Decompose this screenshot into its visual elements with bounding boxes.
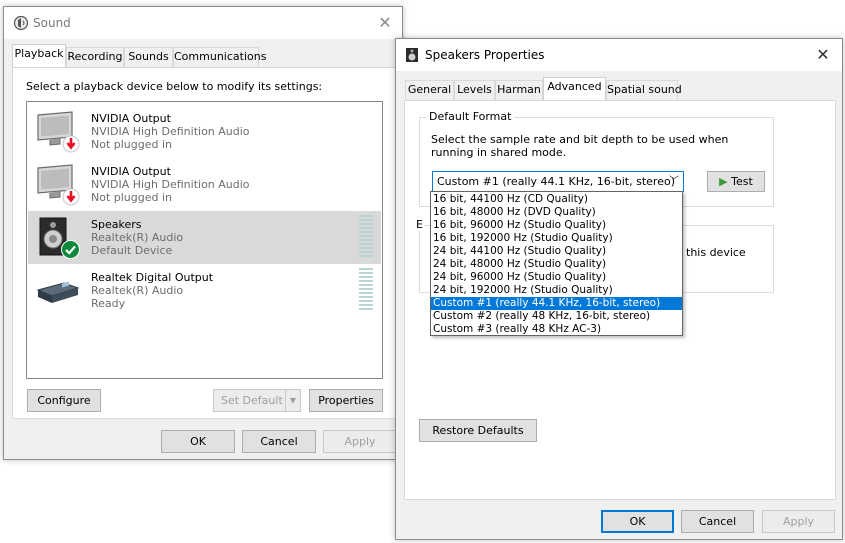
test-button[interactable]: ▶ Test xyxy=(707,171,765,192)
close-icon: ✕ xyxy=(816,45,830,64)
close-button[interactable]: ✕ xyxy=(374,12,396,34)
device-driver: NVIDIA High Definition Audio xyxy=(91,178,250,191)
dropdown-option[interactable]: Custom #3 (really 48 KHz AC-3) xyxy=(431,323,682,336)
volume-meter xyxy=(359,215,373,259)
unplugged-arrow-icon xyxy=(62,188,80,206)
play-icon: ▶ xyxy=(719,175,728,188)
window-title: Speakers Properties xyxy=(425,48,545,62)
set-default-button[interactable]: Set Default ▼ xyxy=(213,389,301,412)
close-icon: ✕ xyxy=(378,13,392,32)
chevron-down-icon[interactable]: ▼ xyxy=(285,390,300,411)
tab-communications[interactable]: Communications xyxy=(173,47,266,67)
dropdown-option[interactable]: 16 bit, 44100 Hz (CD Quality) xyxy=(431,193,682,206)
ok-button[interactable]: OK xyxy=(161,430,235,453)
tab-spatial-sound[interactable]: Spatial sound xyxy=(606,80,682,100)
dropdown-option[interactable]: 24 bit, 96000 Hz (Studio Quality) xyxy=(431,271,682,284)
dropdown-option[interactable]: 16 bit, 96000 Hz (Studio Quality) xyxy=(431,219,682,232)
dropdown-option[interactable]: Custom #2 (really 48 KHz, 16-bit, stereo… xyxy=(431,310,682,323)
dropdown-option[interactable]: 24 bit, 44100 Hz (Studio Quality) xyxy=(431,245,682,258)
set-default-label: Set Default xyxy=(221,394,283,407)
dropdown-option[interactable]: 16 bit, 192000 Hz (Studio Quality) xyxy=(431,232,682,245)
playback-panel: Select a playback device below to modify… xyxy=(12,67,396,419)
cancel-button[interactable]: Cancel xyxy=(242,430,316,453)
device-status: Not plugged in xyxy=(91,138,173,151)
close-button[interactable]: ✕ xyxy=(812,44,834,66)
instruction-text: Select a playback device below to modify… xyxy=(26,80,323,93)
tab-recording[interactable]: Recording xyxy=(66,47,124,67)
properties-button[interactable]: Properties xyxy=(309,389,383,412)
chevron-down-icon: ﹀ xyxy=(669,176,679,187)
apply-button[interactable]: Apply xyxy=(762,510,835,533)
device-name: Realtek Digital Output xyxy=(91,271,214,284)
dropdown-option[interactable]: 24 bit, 192000 Hz (Studio Quality) xyxy=(431,284,682,297)
dropdown-option[interactable]: 16 bit, 48000 Hz (DVD Quality) xyxy=(431,206,682,219)
tab-general[interactable]: General xyxy=(405,80,454,100)
digital-output-icon xyxy=(36,281,80,303)
exclusive-control-text: this device xyxy=(686,246,746,259)
device-name: Speakers xyxy=(91,218,142,231)
sound-tabs: Playback Recording Sounds Communications xyxy=(4,44,402,68)
ok-button[interactable]: OK xyxy=(601,510,674,533)
configure-button[interactable]: Configure xyxy=(27,389,101,412)
default-format-description: Select the sample rate and bit depth to … xyxy=(431,133,729,159)
sound-titlebar[interactable]: Sound ✕ xyxy=(4,7,402,39)
list-item-device-selected[interactable]: Speakers Realtek(R) Audio Default Device xyxy=(28,211,381,264)
volume-meter xyxy=(359,268,373,312)
default-format-legend: Default Format xyxy=(426,110,515,123)
exclusive-mode-legend: E xyxy=(415,218,424,231)
window-title: Sound xyxy=(33,16,71,30)
format-select-value: Custom #1 (really 44.1 KHz, 16-bit, ster… xyxy=(437,175,675,188)
tab-advanced[interactable]: Advanced xyxy=(543,77,606,100)
tab-sounds[interactable]: Sounds xyxy=(124,47,173,67)
device-status: Ready xyxy=(91,297,126,310)
tab-levels[interactable]: Levels xyxy=(454,80,495,100)
device-driver: Realtek(R) Audio xyxy=(91,231,184,244)
device-name: NVIDIA Output xyxy=(91,165,171,178)
list-item-device[interactable]: Realtek Digital Output Realtek(R) Audio … xyxy=(28,264,381,317)
dropdown-option[interactable]: 24 bit, 48000 Hz (Studio Quality) xyxy=(431,258,682,271)
test-label: Test xyxy=(731,175,753,188)
unplugged-arrow-icon xyxy=(62,135,80,153)
cancel-button[interactable]: Cancel xyxy=(681,510,754,533)
device-list[interactable]: NVIDIA Output NVIDIA High Definition Aud… xyxy=(26,101,383,379)
format-dropdown-list[interactable]: 16 bit, 44100 Hz (CD Quality) 16 bit, 48… xyxy=(430,191,683,336)
tab-playback[interactable]: Playback xyxy=(12,44,66,67)
speaker-app-icon xyxy=(406,48,418,62)
list-item-device[interactable]: NVIDIA Output NVIDIA High Definition Aud… xyxy=(28,105,381,158)
device-name: NVIDIA Output xyxy=(91,112,171,125)
device-status: Default Device xyxy=(91,244,173,257)
device-driver: Realtek(R) Audio xyxy=(91,284,184,297)
properties-titlebar[interactable]: Speakers Properties ✕ xyxy=(396,39,842,71)
sound-app-icon xyxy=(13,15,29,31)
device-driver: NVIDIA High Definition Audio xyxy=(91,125,250,138)
sound-window: Sound ✕ Playback Recording Sounds Commun… xyxy=(3,6,403,460)
dropdown-option-selected[interactable]: Custom #1 (really 44.1 KHz, 16-bit, ster… xyxy=(431,297,682,310)
format-select[interactable]: Custom #1 (really 44.1 KHz, 16-bit, ster… xyxy=(432,171,684,192)
default-check-icon xyxy=(61,240,80,259)
properties-tabs: General Levels Harman Advanced Spatial s… xyxy=(396,77,842,101)
device-status: Not plugged in xyxy=(91,191,173,204)
list-item-device[interactable]: NVIDIA Output NVIDIA High Definition Aud… xyxy=(28,158,381,211)
apply-button[interactable]: Apply xyxy=(323,430,397,453)
tab-harman[interactable]: Harman xyxy=(495,80,543,100)
restore-defaults-button[interactable]: Restore Defaults xyxy=(419,419,537,442)
